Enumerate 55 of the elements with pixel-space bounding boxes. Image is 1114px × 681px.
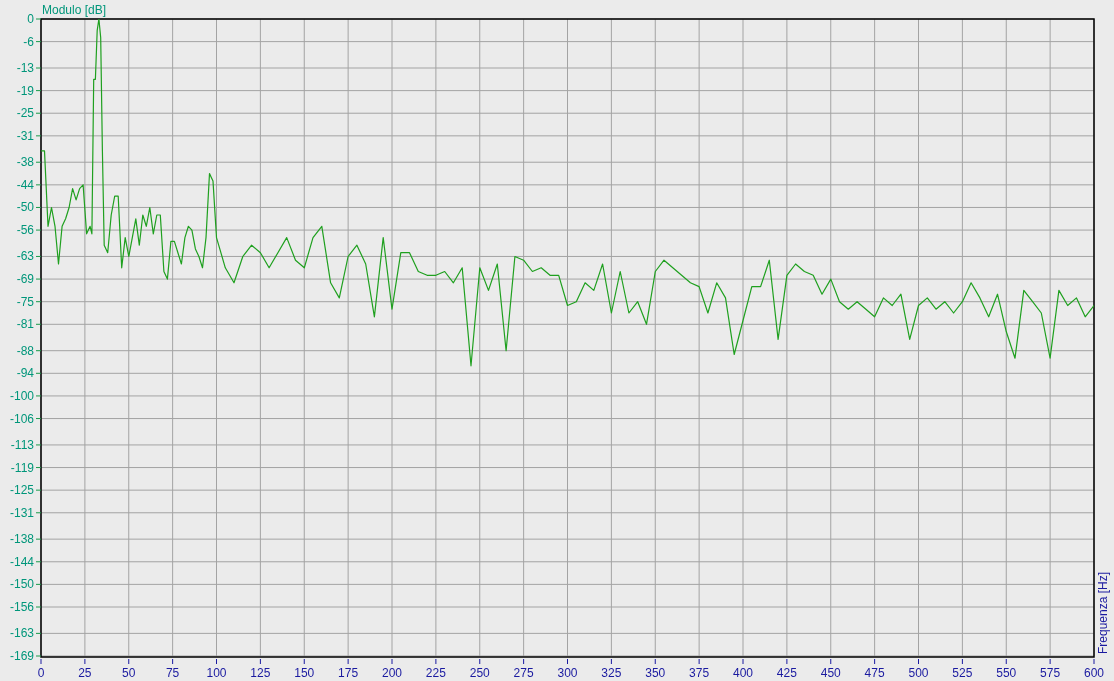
tick-label: -138 xyxy=(9,532,34,547)
tick-label: -156 xyxy=(9,600,34,614)
tick-label: -31 xyxy=(16,128,34,143)
tick-label: -56 xyxy=(16,223,34,238)
tick-label: 350 xyxy=(645,666,666,680)
tick-label: -69 xyxy=(16,272,34,287)
tick-label: 225 xyxy=(425,666,446,680)
tick-label: -25 xyxy=(16,106,34,121)
tick-label: 400 xyxy=(733,666,753,680)
tick-label: 325 xyxy=(601,666,622,680)
tick-label: -150 xyxy=(9,577,34,592)
tick-label: -75 xyxy=(16,294,34,309)
tick-label: 375 xyxy=(689,666,710,680)
tick-label: 0 xyxy=(27,12,34,26)
tick-label: -50 xyxy=(16,200,34,215)
tick-label: 525 xyxy=(952,666,973,680)
tick-label: -119 xyxy=(10,460,34,475)
tick-label: 100 xyxy=(206,666,227,680)
tick-label: -19 xyxy=(16,83,34,98)
tick-label: 250 xyxy=(469,666,490,680)
tick-label: 275 xyxy=(513,666,534,680)
tick-label: -125 xyxy=(9,483,34,498)
tick-label: 450 xyxy=(820,666,841,680)
tick-label: 200 xyxy=(382,666,402,680)
tick-label: -13 xyxy=(16,61,34,75)
axis-title: Frequenza [Hz] xyxy=(1096,571,1110,654)
tick-label: -163 xyxy=(9,626,34,641)
tick-label: 575 xyxy=(1040,666,1061,680)
tick-label: -81 xyxy=(16,317,34,332)
tick-label: -113 xyxy=(10,437,34,452)
tick-label: -144 xyxy=(9,554,34,569)
tick-label: 550 xyxy=(996,666,1017,680)
tick-label: 175 xyxy=(338,666,359,680)
tick-label: -131 xyxy=(9,505,34,520)
tick-label: 125 xyxy=(250,666,271,680)
tick-label: 25 xyxy=(78,666,92,680)
tick-label: -94 xyxy=(16,366,34,381)
tick-label: 0 xyxy=(37,666,45,680)
tick-label: -169 xyxy=(9,649,34,663)
axis-title: Modulo [dB] xyxy=(42,3,107,17)
tick-label: -88 xyxy=(16,343,34,358)
tick-label: 150 xyxy=(294,666,315,680)
tick-label: 50 xyxy=(122,666,136,680)
tick-label: -38 xyxy=(16,155,34,170)
tick-label: 600 xyxy=(1084,666,1104,680)
tick-label: -63 xyxy=(16,249,34,264)
tick-label: -100 xyxy=(9,388,34,403)
tick-label: -6 xyxy=(23,34,34,49)
tick-label: -106 xyxy=(9,411,34,426)
tick-label: 75 xyxy=(165,666,180,680)
tick-label: 425 xyxy=(776,666,797,680)
tick-label: 500 xyxy=(908,666,929,680)
tick-label: 475 xyxy=(864,666,885,680)
tick-label: -44 xyxy=(16,177,34,192)
tick-label: 300 xyxy=(557,666,578,680)
